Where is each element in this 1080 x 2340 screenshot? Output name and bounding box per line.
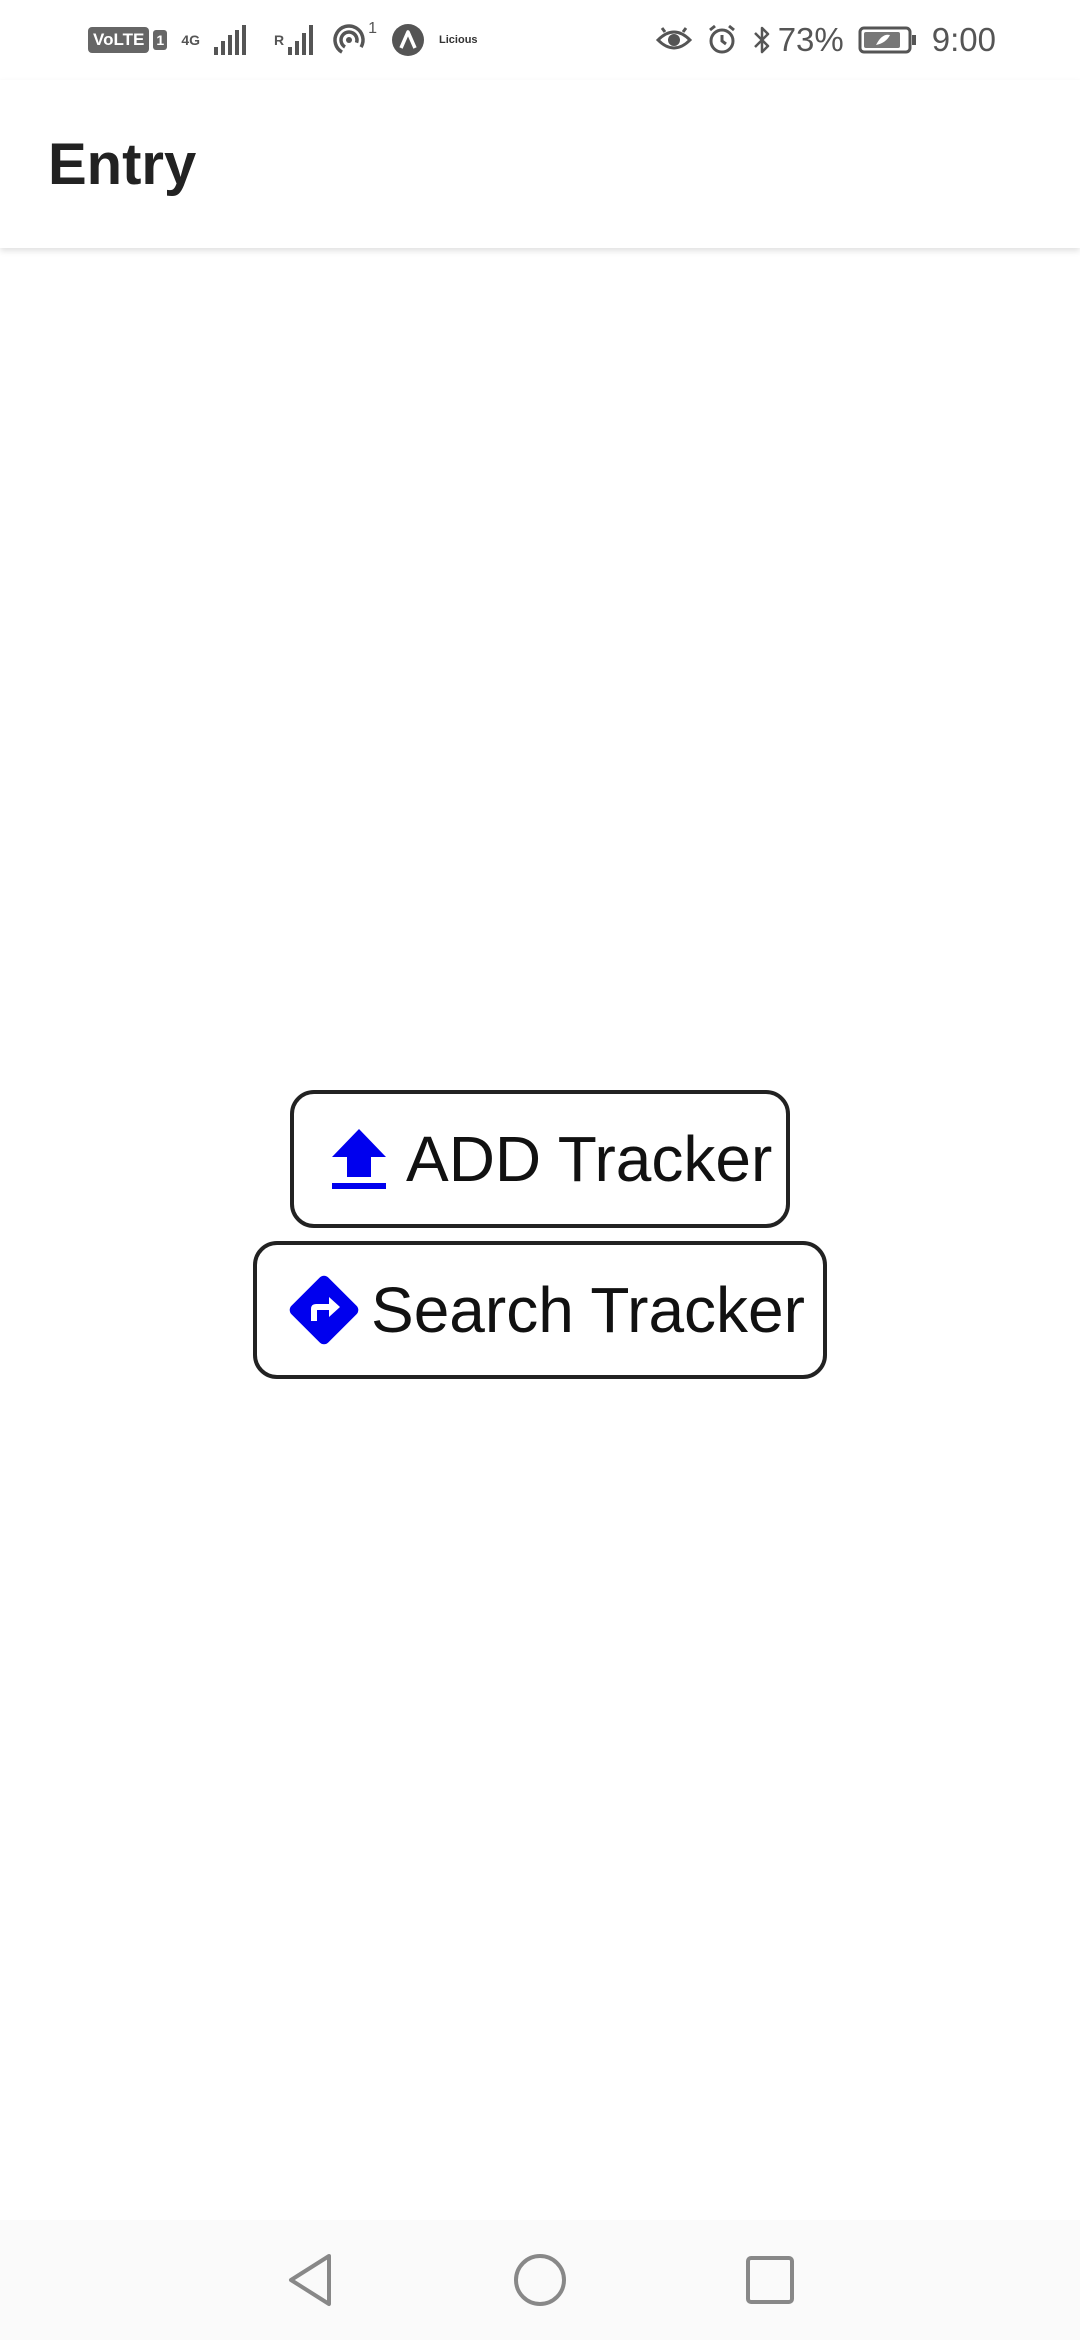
status-bar: VoLTE 1 4G R 1 Licious 73% 9:00 (0, 0, 1080, 80)
signal-icon-2 (288, 25, 314, 55)
brand-logo: Licious (439, 34, 478, 46)
eye-icon (655, 27, 692, 50)
search-tracker-label: Search Tracker (371, 1274, 805, 1346)
sim-badge: 1 (153, 30, 168, 50)
hotspot-icon (333, 24, 365, 56)
page-title: Entry (48, 131, 197, 197)
signal-icon (214, 25, 246, 55)
back-icon[interactable] (270, 2240, 350, 2320)
search-tracker-button[interactable]: Search Tracker (253, 1241, 827, 1379)
status-left: VoLTE 1 4G R 1 Licious (88, 20, 478, 57)
clock: 9:00 (931, 21, 996, 58)
navigation-bar (0, 2220, 1080, 2340)
roaming-label-text: R (274, 32, 285, 48)
home-icon[interactable] (500, 2240, 580, 2320)
bluetooth-icon (753, 26, 769, 54)
network-type: 4G (181, 33, 200, 47)
alarm-icon (708, 24, 735, 54)
add-tracker-label: ADD Tracker (406, 1123, 773, 1195)
hotspot-count: 1 (368, 20, 378, 37)
app-a-icon (392, 24, 425, 56)
upload-icon (330, 1127, 388, 1191)
directions-icon (285, 1271, 363, 1349)
roaming-label: R (274, 33, 284, 47)
battery-icon (858, 26, 916, 54)
volte-badge: VoLTE (88, 27, 150, 53)
status-right: 73% 9:00 (655, 21, 996, 59)
screen: VoLTE 1 4G R 1 Licious 73% 9:00 Entry AD… (0, 0, 1080, 2340)
network-type-label: 4G (181, 32, 200, 48)
battery-percent: 73% (777, 21, 844, 58)
app-bar: Entry (0, 80, 1080, 248)
add-tracker-button[interactable]: ADD Tracker (290, 1090, 790, 1228)
recents-icon[interactable] (730, 2240, 810, 2320)
